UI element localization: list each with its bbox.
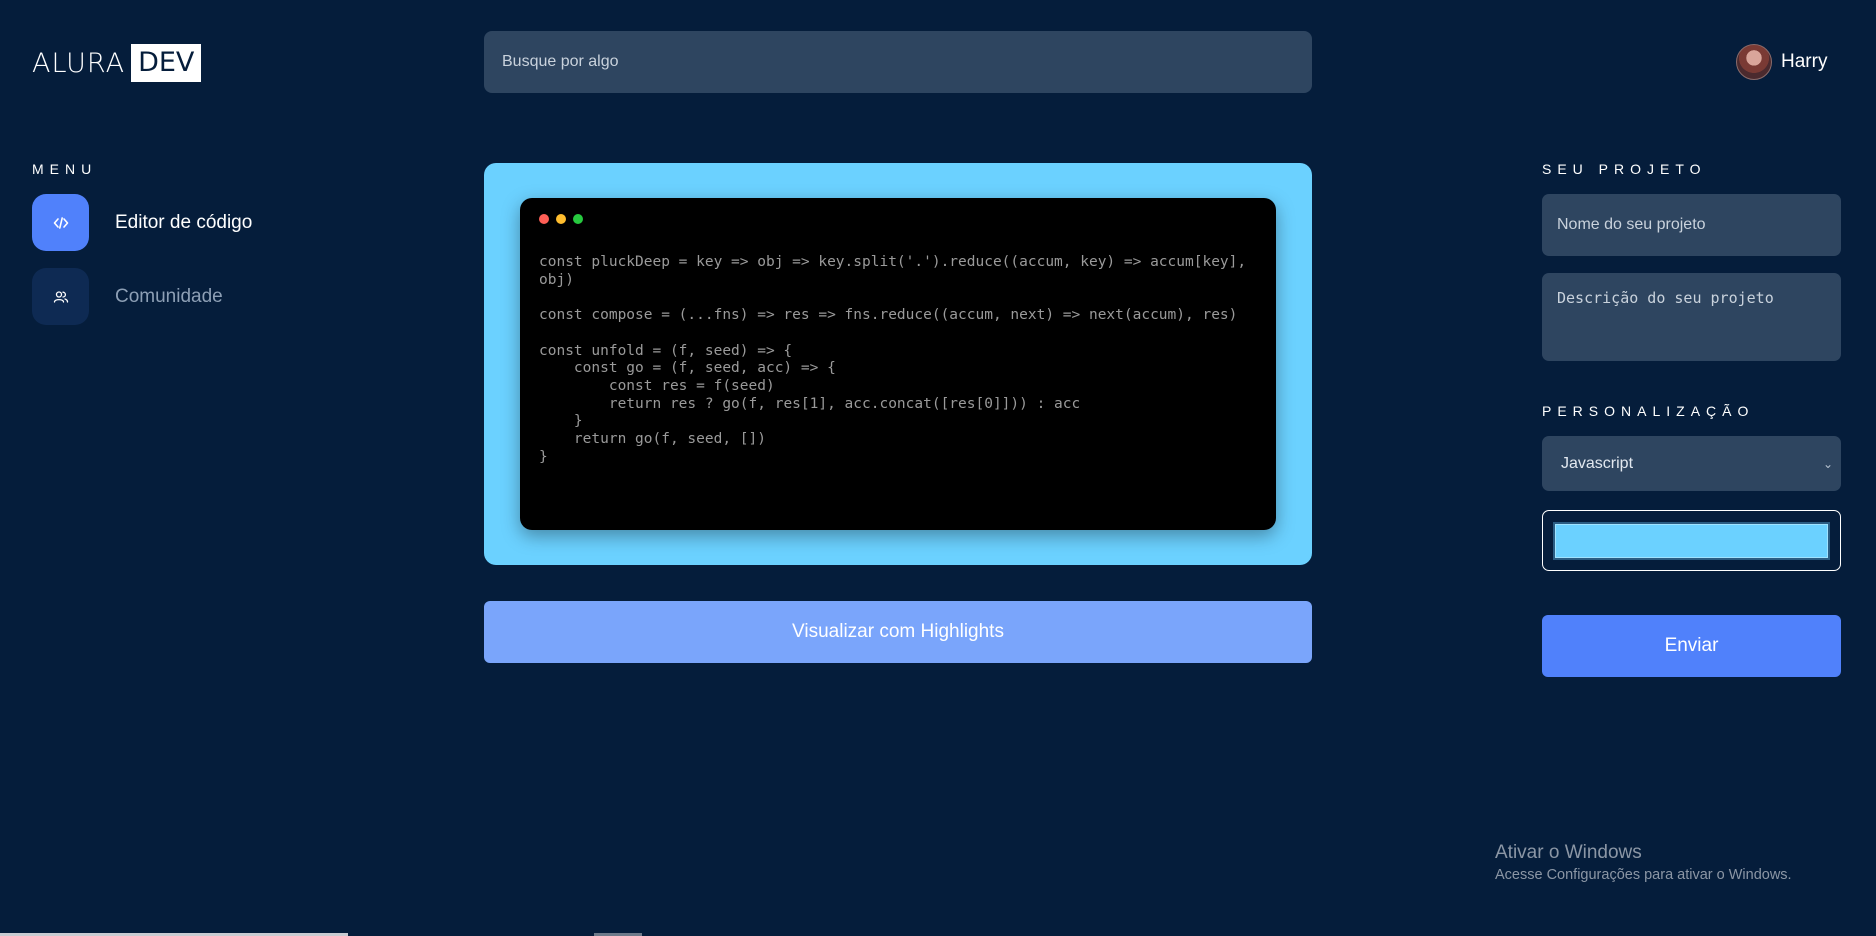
editor-frame: const pluckDeep = key => obj => key.spli… xyxy=(484,163,1312,565)
window-controls xyxy=(539,214,1257,224)
logo-text: ALURA xyxy=(32,47,126,79)
customization-section-title: PERSONALIZAÇÃO xyxy=(1542,403,1755,419)
windows-activation-title: Ativar o Windows xyxy=(1495,842,1642,863)
color-swatch[interactable] xyxy=(1553,521,1830,560)
user-name[interactable]: Harry xyxy=(1781,51,1827,73)
people-icon-container[interactable] xyxy=(32,268,89,325)
menu-title: MENU xyxy=(32,161,98,177)
sidebar-item-label[interactable]: Editor de código xyxy=(115,212,252,234)
sidebar-item-community[interactable]: Comunidade xyxy=(32,268,223,325)
code-content[interactable]: const pluckDeep = key => obj => key.spli… xyxy=(539,254,1257,466)
maximize-dot-icon xyxy=(573,214,583,224)
minimize-dot-icon xyxy=(556,214,566,224)
language-select[interactable]: Javascript ⌄ xyxy=(1542,436,1841,491)
avatar[interactable] xyxy=(1736,44,1772,80)
logo-badge: DEV xyxy=(131,44,202,82)
send-button[interactable]: Enviar xyxy=(1542,615,1841,677)
project-section-title: SEU PROJETO xyxy=(1542,161,1707,177)
windows-activation-subtitle: Acesse Configurações para ativar o Windo… xyxy=(1495,867,1792,883)
project-name-input[interactable] xyxy=(1542,194,1841,256)
sidebar-item-label[interactable]: Comunidade xyxy=(115,286,223,308)
chevron-down-icon: ⌄ xyxy=(1822,456,1833,471)
people-icon xyxy=(53,290,68,303)
search-bar[interactable] xyxy=(484,31,1312,93)
code-icon xyxy=(53,216,68,229)
sidebar-item-editor[interactable]: Editor de código xyxy=(32,194,252,251)
language-selected-value: Javascript xyxy=(1561,454,1634,472)
code-editor[interactable]: const pluckDeep = key => obj => key.spli… xyxy=(520,198,1276,530)
color-picker[interactable] xyxy=(1542,510,1841,571)
close-dot-icon xyxy=(539,214,549,224)
alura-dev-logo[interactable]: ALURA DEV xyxy=(32,44,202,82)
highlight-button[interactable]: Visualizar com Highlights xyxy=(484,601,1312,663)
search-input[interactable] xyxy=(502,53,1312,71)
project-description-input[interactable] xyxy=(1542,273,1841,361)
code-icon-container[interactable] xyxy=(32,194,89,251)
user-profile[interactable]: Harry xyxy=(1736,44,1827,80)
